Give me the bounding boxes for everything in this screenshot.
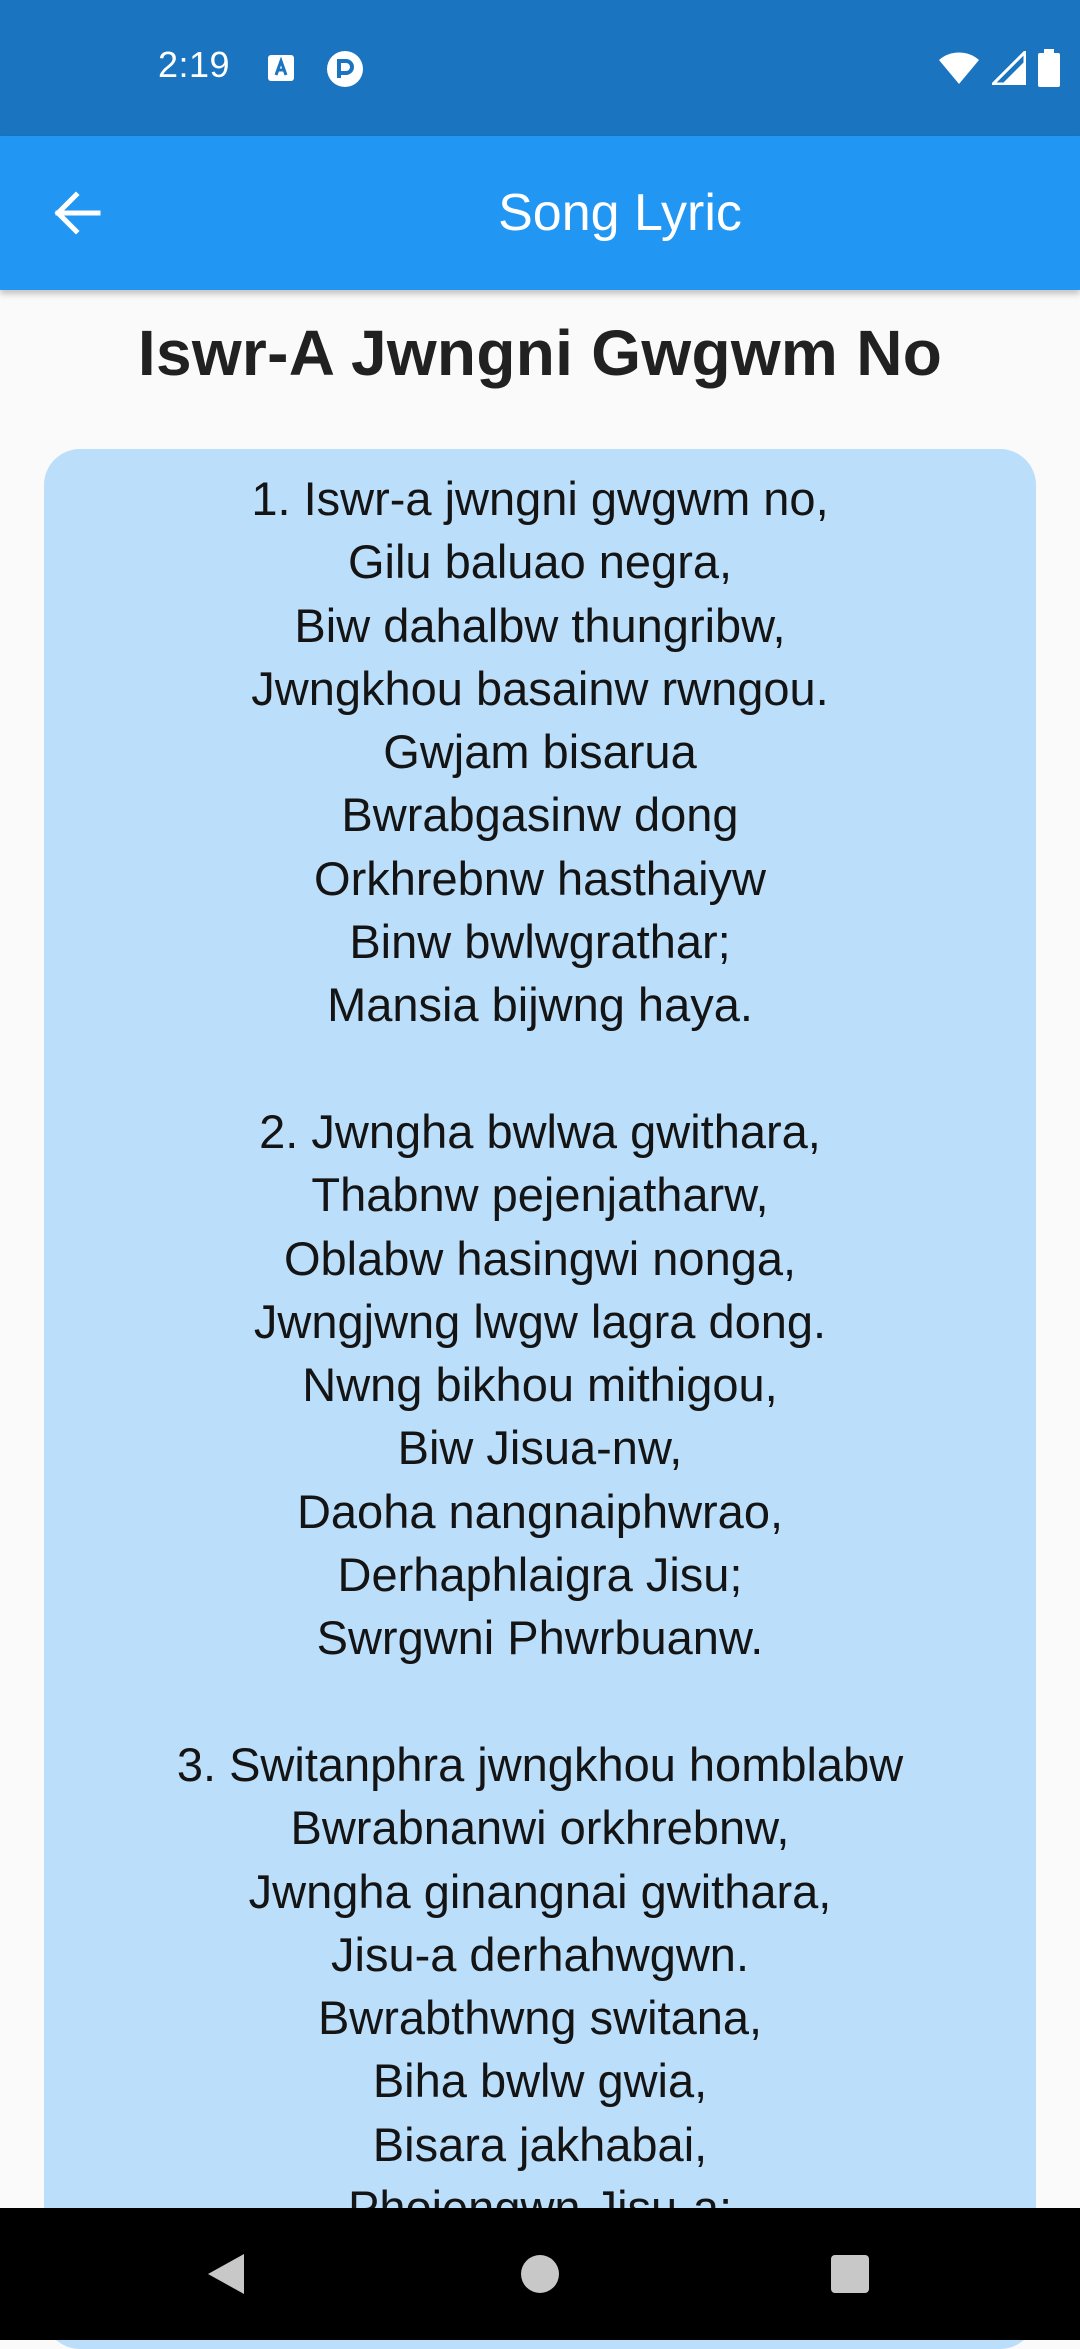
lyrics-text: 1. Iswr-a jwngni gwgwm no, Gilu baluao n… [176, 472, 904, 2234]
home-circle-icon [521, 2255, 559, 2293]
signal-icon [992, 51, 1026, 85]
status-right-icons [938, 48, 1060, 88]
notification-p-icon [327, 51, 363, 87]
nav-home-button[interactable] [480, 2208, 600, 2340]
notification-a-icon [268, 55, 294, 81]
nav-back-button[interactable] [166, 2208, 286, 2340]
lyrics-card[interactable]: 1. Iswr-a jwngni gwgwm no, Gilu baluao n… [44, 449, 1036, 2349]
nav-recents-button[interactable] [790, 2208, 910, 2340]
system-nav-bar [0, 2208, 1080, 2340]
app-bar: Song Lyric [0, 136, 1080, 290]
recents-square-icon [831, 2255, 869, 2293]
status-time: 2:19 [158, 44, 231, 85]
song-title: Iswr-A Jwngni Gwgwm No [137, 317, 943, 389]
wifi-icon [939, 52, 979, 84]
status-bar: 2:19 [0, 0, 1080, 136]
back-triangle-icon [208, 2254, 244, 2294]
page-title: Song Lyric [498, 184, 742, 242]
battery-icon [1038, 49, 1060, 87]
